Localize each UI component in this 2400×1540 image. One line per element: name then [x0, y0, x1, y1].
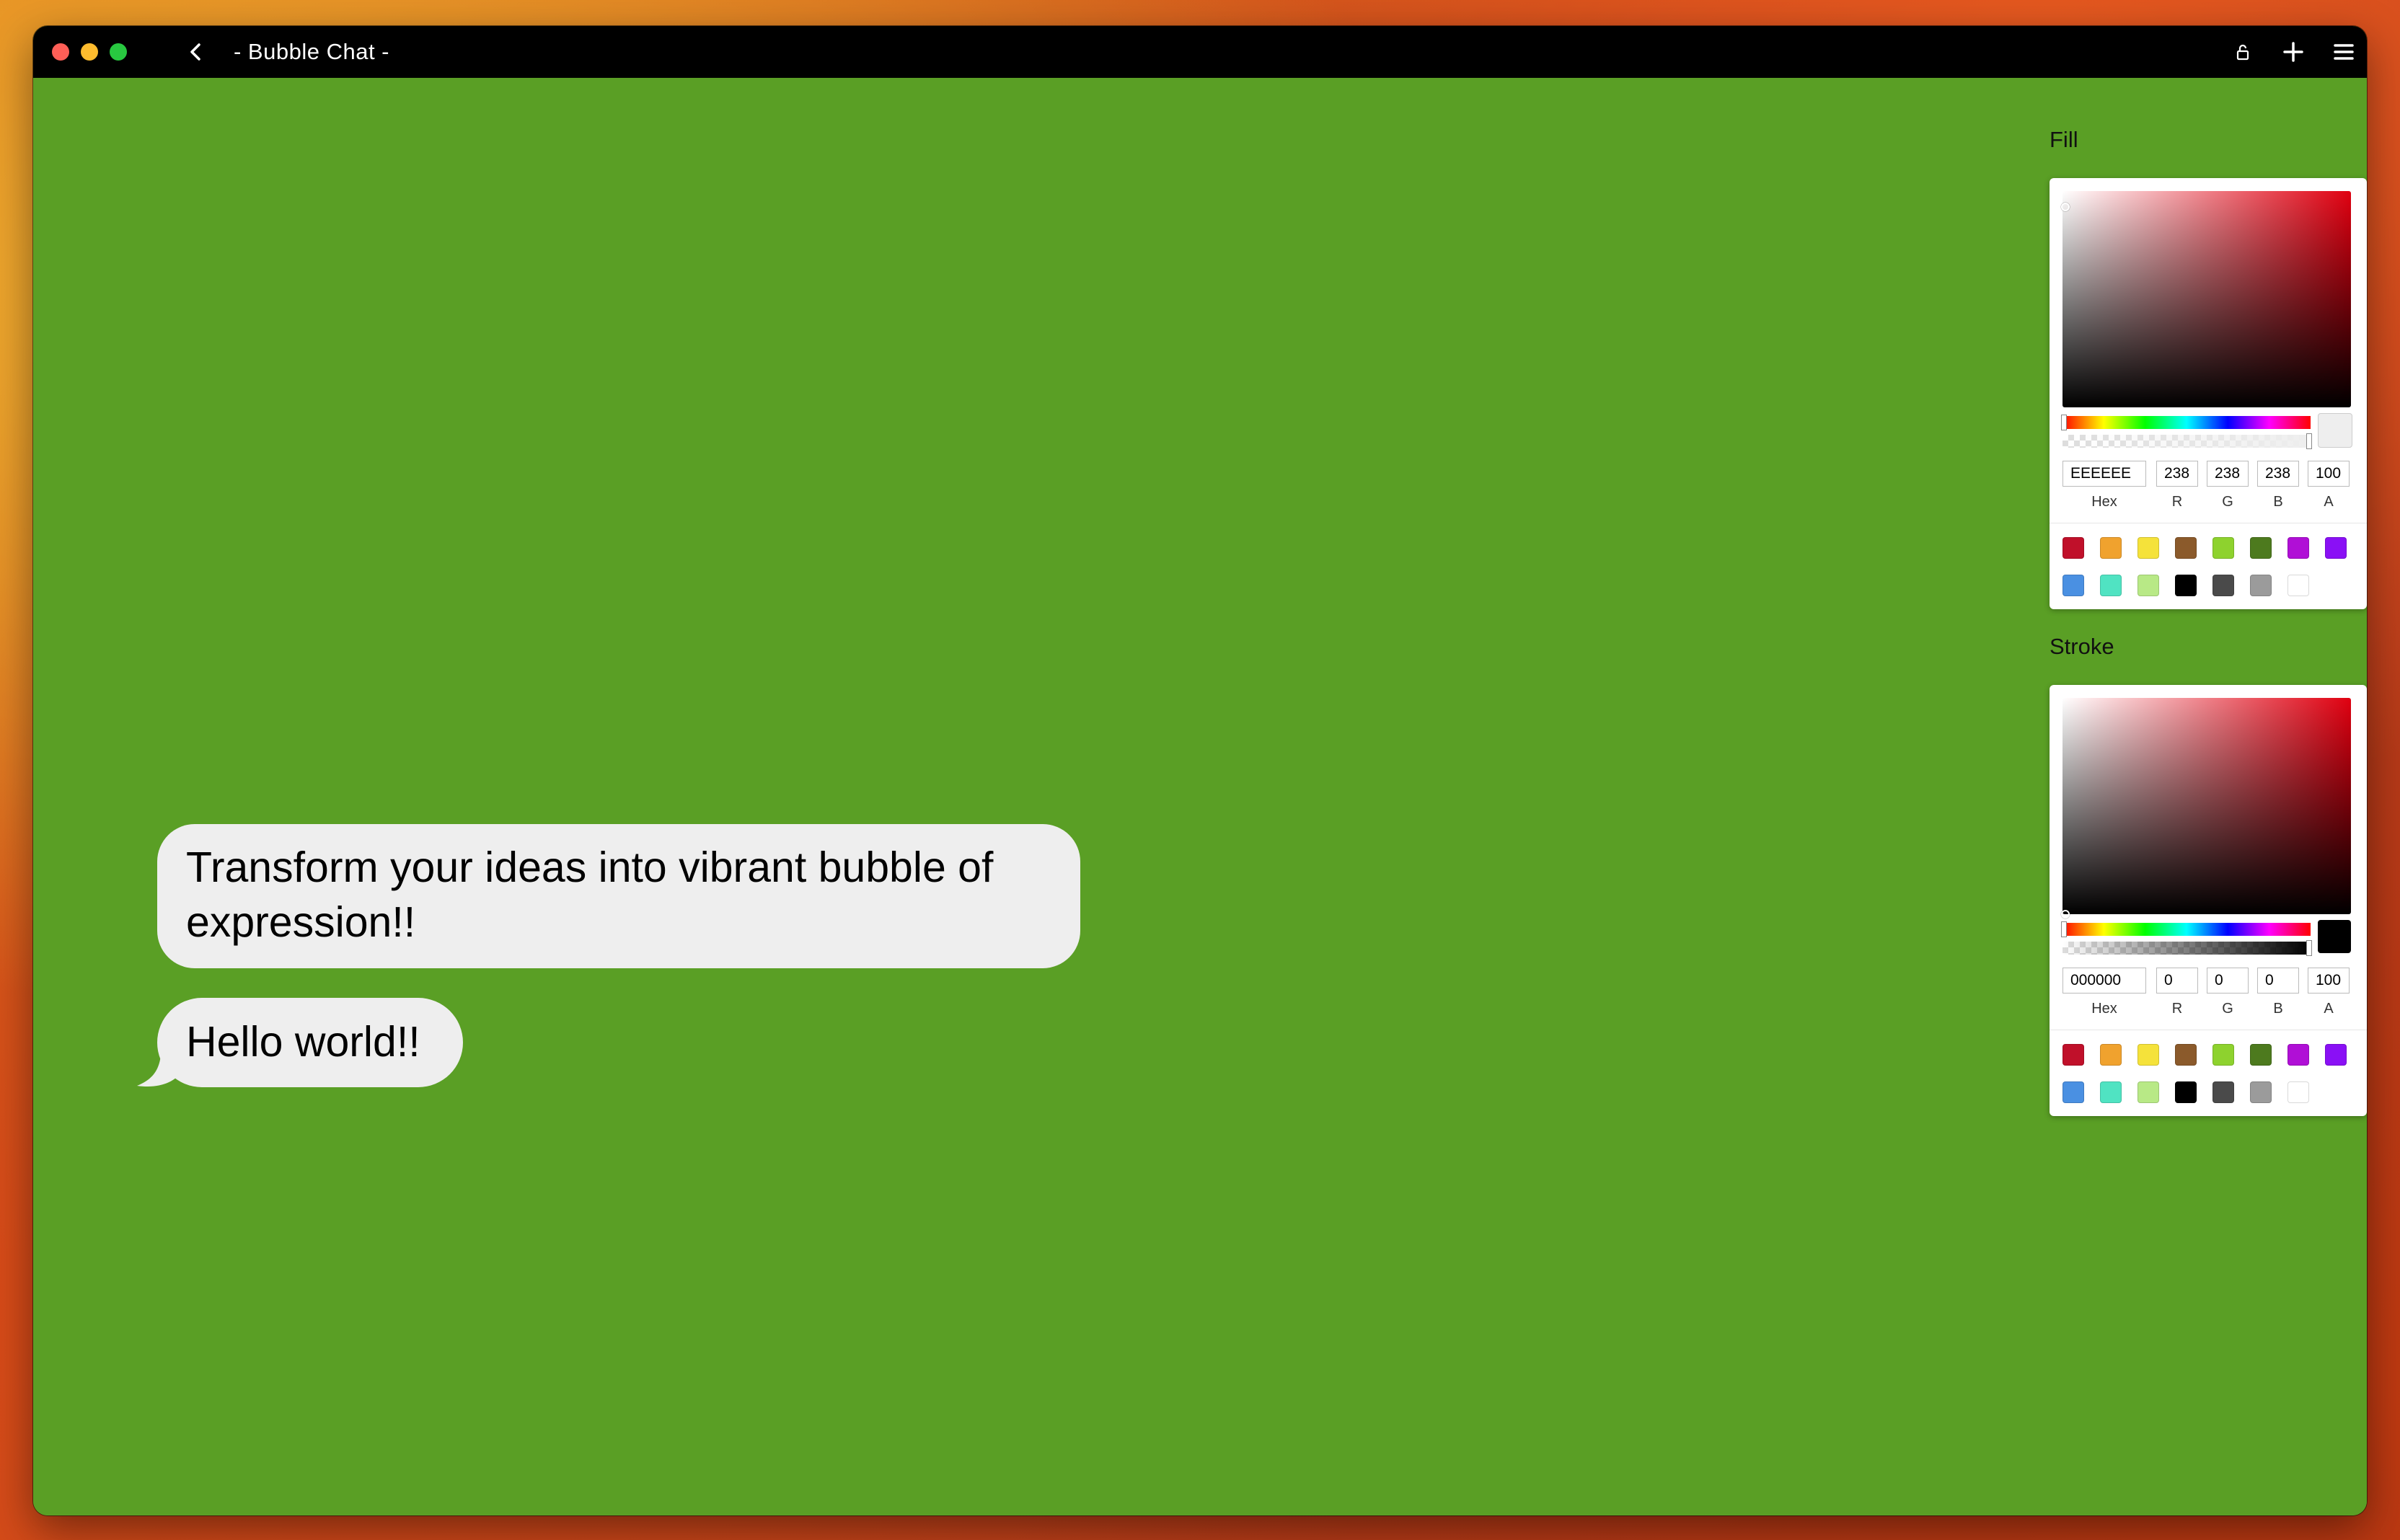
- minimize-window-button[interactable]: [81, 43, 98, 61]
- hue-slider[interactable]: [2062, 416, 2311, 429]
- alpha-slider[interactable]: [2062, 942, 2311, 955]
- color-preview: [2318, 413, 2352, 448]
- color-swatch[interactable]: [2138, 575, 2159, 596]
- color-swatch[interactable]: [2100, 537, 2122, 559]
- saturation-area[interactable]: [2062, 698, 2351, 914]
- unlock-icon[interactable]: [2227, 36, 2259, 68]
- color-swatch[interactable]: [2212, 575, 2234, 596]
- color-swatch[interactable]: [2212, 1044, 2234, 1066]
- window-title: - Bubble Chat -: [234, 39, 389, 64]
- color-swatch[interactable]: [2138, 537, 2159, 559]
- alpha-handle[interactable]: [2306, 433, 2312, 449]
- color-preview: [2318, 920, 2351, 953]
- alpha-input[interactable]: 100: [2308, 968, 2350, 994]
- color-swatch[interactable]: [2100, 575, 2122, 596]
- alpha-handle[interactable]: [2306, 940, 2312, 956]
- g-label: G: [2222, 1001, 2233, 1017]
- hex-input[interactable]: EEEEEE: [2062, 461, 2146, 487]
- stroke-label: Stroke: [2050, 634, 2114, 659]
- a-label: A: [2324, 494, 2334, 510]
- zoom-window-button[interactable]: [110, 43, 127, 61]
- hex-label: Hex: [2091, 1001, 2117, 1017]
- color-swatch[interactable]: [2062, 1044, 2084, 1066]
- hue-handle[interactable]: [2061, 415, 2067, 430]
- stroke-color-picker: 000000 0 0 0 100 Hex R G B A: [2050, 685, 2367, 1116]
- hex-input[interactable]: 000000: [2062, 968, 2146, 994]
- color-swatch[interactable]: [2175, 1044, 2197, 1066]
- color-swatch[interactable]: [2062, 575, 2084, 596]
- hamburger-menu-icon[interactable]: [2328, 36, 2360, 68]
- speech-bubble[interactable]: Transform your ideas into vibrant bubble…: [157, 824, 1080, 968]
- title-bar: - Bubble Chat -: [33, 26, 2367, 78]
- blue-input[interactable]: 238: [2257, 461, 2299, 487]
- saturation-handle[interactable]: [2061, 203, 2070, 211]
- speech-bubble[interactable]: Hello world!!: [157, 998, 463, 1087]
- alpha-slider[interactable]: [2062, 435, 2311, 448]
- app-window: - Bubble Chat - Transform your ideas int…: [33, 26, 2367, 1515]
- saturation-area[interactable]: [2062, 191, 2351, 407]
- green-input[interactable]: 0: [2207, 968, 2249, 994]
- r-label: R: [2171, 494, 2183, 510]
- color-swatch[interactable]: [2138, 1081, 2159, 1103]
- close-window-button[interactable]: [52, 43, 69, 61]
- color-swatch[interactable]: [2138, 1044, 2159, 1066]
- b-label: B: [2273, 1001, 2283, 1017]
- red-input[interactable]: 0: [2156, 968, 2198, 994]
- color-swatch[interactable]: [2288, 1044, 2309, 1066]
- hue-slider[interactable]: [2062, 923, 2311, 936]
- red-input[interactable]: 238: [2156, 461, 2198, 487]
- green-input[interactable]: 238: [2207, 461, 2249, 487]
- color-swatch[interactable]: [2288, 575, 2309, 596]
- color-swatch[interactable]: [2175, 1081, 2197, 1103]
- color-swatch[interactable]: [2100, 1081, 2122, 1103]
- color-swatch[interactable]: [2212, 537, 2234, 559]
- a-label: A: [2324, 1001, 2334, 1017]
- fill-color-picker: EEEEEE 238 238 238 100 Hex R G B A: [2050, 178, 2367, 609]
- color-swatch[interactable]: [2250, 1081, 2272, 1103]
- bubble-canvas[interactable]: Transform your ideas into vibrant bubble…: [33, 78, 2367, 1515]
- color-swatch[interactable]: [2288, 537, 2309, 559]
- color-swatch[interactable]: [2325, 537, 2347, 559]
- fill-label: Fill: [2050, 127, 2078, 152]
- b-label: B: [2273, 494, 2283, 510]
- color-swatch[interactable]: [2325, 1044, 2347, 1066]
- g-label: G: [2222, 494, 2233, 510]
- color-swatch[interactable]: [2250, 537, 2272, 559]
- hue-handle[interactable]: [2061, 921, 2067, 937]
- color-swatch[interactable]: [2250, 1044, 2272, 1066]
- color-swatch[interactable]: [2175, 537, 2197, 559]
- bubble-text: Hello world!!: [186, 1018, 420, 1066]
- alpha-input[interactable]: 100: [2308, 461, 2350, 487]
- add-icon[interactable]: [2277, 36, 2309, 68]
- bubble-text: Transform your ideas into vibrant bubble…: [186, 844, 994, 946]
- color-swatch[interactable]: [2100, 1044, 2122, 1066]
- hex-label: Hex: [2091, 494, 2117, 510]
- color-swatch[interactable]: [2212, 1081, 2234, 1103]
- blue-input[interactable]: 0: [2257, 968, 2299, 994]
- color-swatch[interactable]: [2175, 575, 2197, 596]
- color-swatch[interactable]: [2062, 537, 2084, 559]
- color-swatch[interactable]: [2288, 1081, 2309, 1103]
- r-label: R: [2171, 1001, 2183, 1017]
- color-swatch[interactable]: [2062, 1081, 2084, 1103]
- color-swatch[interactable]: [2250, 575, 2272, 596]
- saturation-handle[interactable]: [2061, 910, 2070, 919]
- back-chevron-icon[interactable]: [180, 36, 212, 68]
